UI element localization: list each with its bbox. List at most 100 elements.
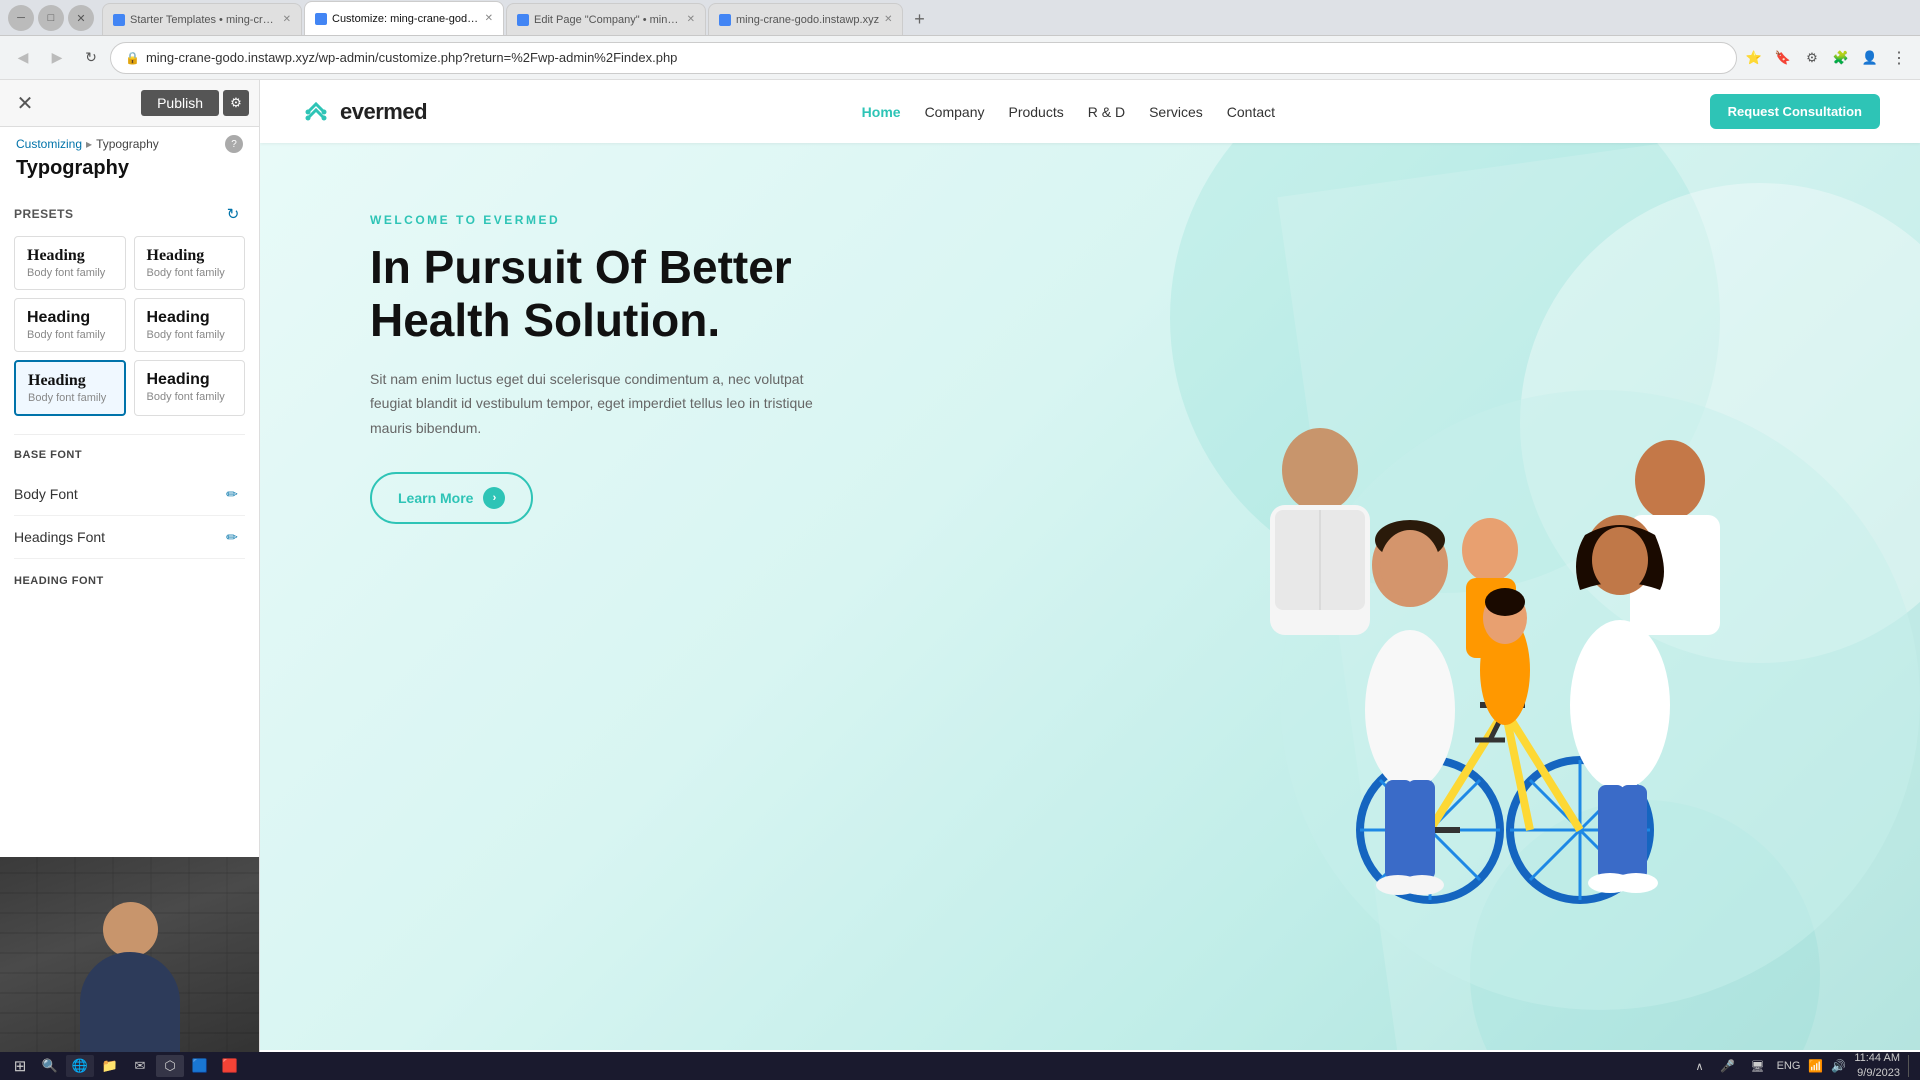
taskbar-monitor-button[interactable]: 🖥	[1747, 1055, 1769, 1077]
tab-4-label: ming-crane-godo.instawp.xyz	[736, 14, 879, 26]
breadcrumb-parent-link[interactable]: Customizing	[16, 137, 82, 151]
tab-3-favicon	[517, 14, 529, 26]
main-layout: ✕ Publish ⚙ Customizing ▸ Typography ? T…	[0, 80, 1920, 1052]
headings-font-edit-button[interactable]: ✏	[219, 524, 245, 550]
customizer-panel: ✕ Publish ⚙ Customizing ▸ Typography ? T…	[0, 80, 260, 1052]
window-maximize-button[interactable]: □	[38, 5, 64, 31]
window-minimize-button[interactable]: ─	[8, 5, 34, 31]
customizer-close-button[interactable]: ✕	[10, 88, 40, 118]
taskbar-show-desktop-button[interactable]	[1908, 1055, 1914, 1077]
forward-button[interactable]: ▶	[42, 43, 72, 73]
panel-title: Typography	[0, 155, 259, 190]
taskbar-app1-button[interactable]: 🟦	[186, 1055, 214, 1077]
preset-card-2[interactable]: Heading Body font family	[134, 236, 246, 290]
hero-title: In Pursuit Of Better Health Solution.	[370, 241, 900, 347]
base-font-section-label: BASE FONT	[14, 449, 245, 461]
taskbar-mic-button[interactable]: 🎤	[1717, 1055, 1739, 1077]
ext-btn-3[interactable]: ⚙	[1799, 45, 1825, 71]
tab-2[interactable]: Customize: ming-crane-godo.in... ✕	[304, 1, 504, 35]
customizer-topbar: ✕ Publish ⚙	[0, 80, 259, 127]
taskbar-network-icon[interactable]: 📶	[1808, 1059, 1823, 1073]
tab-4[interactable]: ming-crane-godo.instawp.xyz ✕	[708, 3, 903, 35]
taskbar-app2-button[interactable]: 🟥	[216, 1055, 244, 1077]
preset-6-heading: Heading	[147, 371, 233, 389]
hero-image-svg	[1100, 350, 1920, 1050]
presets-grid: Heading Body font family Heading Body fo…	[14, 236, 245, 416]
tab-3-close-icon[interactable]: ✕	[687, 14, 695, 25]
publish-button[interactable]: Publish	[141, 90, 219, 116]
tab-1[interactable]: Starter Templates • ming-crane-... ✕	[102, 3, 302, 35]
body-font-edit-button[interactable]: ✏	[219, 481, 245, 507]
ext-btn-2[interactable]: 🔖	[1770, 45, 1796, 71]
window-close-button[interactable]: ✕	[68, 5, 94, 31]
preset-card-5[interactable]: Heading Body font family	[14, 360, 126, 416]
preset-2-body: Body font family	[147, 267, 233, 279]
preset-2-heading: Heading	[147, 247, 233, 265]
browser-menu-button[interactable]: ⋮	[1886, 45, 1912, 71]
preset-card-4[interactable]: Heading Body font family	[134, 298, 246, 352]
webcam-body	[80, 952, 180, 1052]
nav-link-home[interactable]: Home	[862, 104, 901, 120]
hero-section: WELCOME TO EVERMED In Pursuit Of Better …	[260, 143, 1920, 1050]
publish-settings-button[interactable]: ⚙	[223, 90, 249, 116]
preset-4-body: Body font family	[147, 329, 233, 341]
taskbar-start-button[interactable]: ⊞	[6, 1055, 34, 1077]
ext-btn-1[interactable]: ⭐	[1741, 45, 1767, 71]
ext-btn-4[interactable]: 🧩	[1828, 45, 1854, 71]
tab-3[interactable]: Edit Page "Company" • ming-cra... ✕	[506, 3, 706, 35]
presets-section-header: Presets ↻	[14, 202, 245, 226]
taskbar-folder-button[interactable]: 📁	[96, 1055, 124, 1077]
nav-link-services[interactable]: Services	[1149, 104, 1203, 120]
preset-1-heading: Heading	[27, 247, 113, 265]
ext-btn-5[interactable]: 👤	[1857, 45, 1883, 71]
taskbar: ⊞ 🔍 🌐 📁 ✉ ⬡ 🟦 🟥 ∧ 🎤 🖥 ENG 📶 🔊 11:44 AM 9…	[0, 1052, 1920, 1080]
nav-link-rd[interactable]: R & D	[1088, 104, 1125, 120]
tabs-bar: Starter Templates • ming-crane-... ✕ Cus…	[102, 0, 1912, 35]
taskbar-chevron-button[interactable]: ∧	[1691, 1057, 1709, 1075]
taskbar-search-button[interactable]: 🔍	[36, 1055, 64, 1077]
preset-6-body: Body font family	[147, 391, 233, 403]
taskbar-volume-icon[interactable]: 🔊	[1831, 1059, 1846, 1073]
preset-card-1[interactable]: Heading Body font family	[14, 236, 126, 290]
hero-cta-label: Learn More	[398, 490, 473, 506]
taskbar-edge-button[interactable]: 🌐	[66, 1055, 94, 1077]
taskbar-language-label: ENG	[1777, 1060, 1801, 1072]
breadcrumb: Customizing ▸ Typography ?	[0, 127, 259, 155]
customizer-top-actions: Publish ⚙	[141, 90, 249, 116]
preset-3-heading: Heading	[27, 309, 113, 327]
hero-cta-button[interactable]: Learn More ›	[370, 472, 533, 524]
address-bar[interactable]: 🔒 ming-crane-godo.instawp.xyz/wp-admin/c…	[110, 42, 1737, 74]
nav-link-products[interactable]: Products	[1008, 104, 1063, 120]
base-font-divider	[14, 434, 245, 435]
new-tab-button[interactable]: +	[905, 5, 933, 33]
hero-cta-arrow-icon: ›	[483, 487, 505, 509]
breadcrumb-info-button[interactable]: ?	[225, 135, 243, 153]
website-preview: evermed Home Company Products R & D Serv…	[260, 80, 1920, 1052]
address-text: ming-crane-godo.instawp.xyz/wp-admin/cus…	[146, 50, 677, 65]
preset-card-3[interactable]: Heading Body font family	[14, 298, 126, 352]
logo-icon	[300, 96, 332, 128]
taskbar-clock: 11:44 AM 9/9/2023	[1854, 1051, 1900, 1080]
taskbar-mail-button[interactable]: ✉	[126, 1055, 154, 1077]
preset-card-6[interactable]: Heading Body font family	[134, 360, 246, 416]
tab-1-close-icon[interactable]: ✕	[283, 14, 291, 25]
browser-chrome: ─ □ ✕ Starter Templates • ming-crane-...…	[0, 0, 1920, 36]
preview-logo[interactable]: evermed	[300, 96, 427, 128]
taskbar-date: 9/9/2023	[1854, 1066, 1900, 1080]
presets-refresh-button[interactable]: ↻	[221, 202, 245, 226]
tab-2-close-icon[interactable]: ✕	[485, 13, 493, 24]
nav-cta-button[interactable]: Request Consultation	[1710, 94, 1880, 129]
tab-2-label: Customize: ming-crane-godo.in...	[332, 13, 480, 25]
heading-font-section-label: HEADING FONT	[14, 575, 245, 587]
reload-button[interactable]: ↻	[76, 43, 106, 73]
nav-link-contact[interactable]: Contact	[1227, 104, 1275, 120]
nav-link-company[interactable]: Company	[925, 104, 985, 120]
taskbar-chrome-button[interactable]: ⬡	[156, 1055, 184, 1077]
tab-4-close-icon[interactable]: ✕	[884, 14, 892, 25]
back-button[interactable]: ◀	[8, 43, 38, 73]
preset-3-body: Body font family	[27, 329, 113, 341]
tab-4-favicon	[719, 14, 731, 26]
panel-content: Presets ↻ Heading Body font family Headi…	[0, 190, 259, 857]
address-bar-row: ◀ ▶ ↻ 🔒 ming-crane-godo.instawp.xyz/wp-a…	[0, 36, 1920, 80]
headings-font-row: Headings Font ✏	[14, 516, 245, 559]
